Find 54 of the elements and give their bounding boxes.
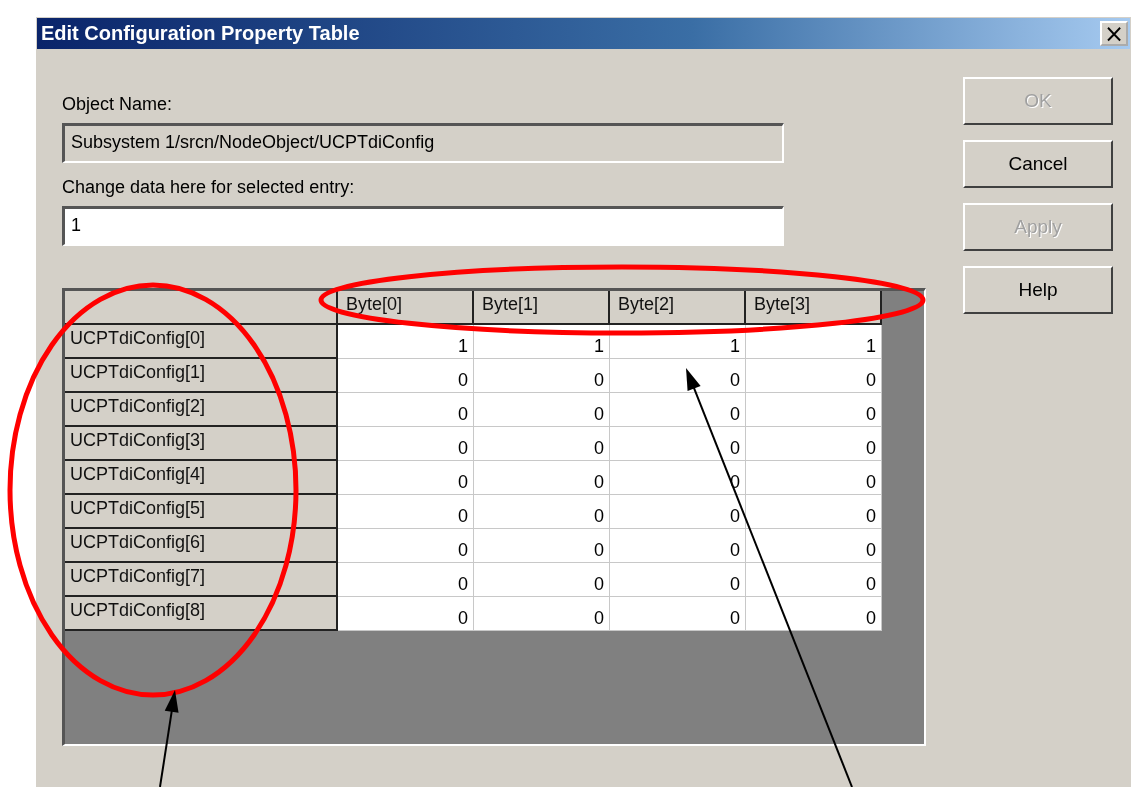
row-header[interactable]: UCPTdiConfig[2] [65,393,338,427]
table-cell[interactable]: 0 [610,529,746,563]
table-cell[interactable]: 0 [474,427,610,461]
table-cell[interactable]: 0 [746,563,882,597]
row-header[interactable]: UCPTdiConfig[7] [65,563,338,597]
table-cell[interactable]: 0 [746,529,882,563]
row-header[interactable]: UCPTdiConfig[0] [65,325,338,359]
column-header[interactable]: Byte[1] [474,291,610,325]
object-name-field: Subsystem 1/srcn/NodeObject/UCPTdiConfig [62,123,784,163]
row-header[interactable]: UCPTdiConfig[1] [65,359,338,393]
table-cell[interactable]: 1 [746,325,882,359]
row-header[interactable]: UCPTdiConfig[4] [65,461,338,495]
table-cell[interactable]: 0 [746,427,882,461]
table-cell[interactable]: 0 [474,359,610,393]
table-cell[interactable]: 0 [610,563,746,597]
table-cell[interactable]: 0 [610,495,746,529]
table-cell[interactable]: 0 [746,359,882,393]
table-cell[interactable]: 0 [338,359,474,393]
table-cell[interactable]: 1 [338,325,474,359]
close-button[interactable]: × [1100,21,1128,46]
dialog-button[interactable]: Help [963,266,1113,314]
field-label: Object Name: [62,94,174,115]
table-cell[interactable]: 0 [474,393,610,427]
table-cell[interactable]: 0 [610,597,746,631]
row-header[interactable]: UCPTdiConfig[8] [65,597,338,631]
window-title: Edit Configuration Property Table [41,22,360,45]
row-header[interactable]: UCPTdiConfig[5] [65,495,338,529]
table-cell[interactable]: 0 [474,563,610,597]
input-field[interactable]: 1 [62,206,784,246]
column-header[interactable]: Byte[3] [746,291,882,325]
table-cell[interactable]: 0 [338,529,474,563]
table-cell[interactable]: 0 [338,597,474,631]
column-header[interactable]: Byte[2] [610,291,746,325]
table-cell[interactable]: 0 [746,495,882,529]
table-cell[interactable]: 0 [474,461,610,495]
table-cell[interactable]: 0 [338,461,474,495]
dialog-button[interactable]: Cancel [963,140,1113,188]
table-cell[interactable]: 0 [746,393,882,427]
table-cell[interactable]: 0 [610,393,746,427]
table-cell[interactable]: 0 [474,495,610,529]
row-header[interactable]: UCPTdiConfig[6] [65,529,338,563]
table-cell[interactable]: 0 [746,597,882,631]
table-cell[interactable]: 0 [610,359,746,393]
table-cell[interactable]: 0 [338,393,474,427]
table-cell[interactable]: 0 [338,563,474,597]
table-cell[interactable]: 0 [610,427,746,461]
table-cell[interactable]: 0 [474,529,610,563]
field-label: Change data here for selected entry: [62,177,356,198]
row-header[interactable]: UCPTdiConfig[3] [65,427,338,461]
table-cell[interactable]: 0 [474,597,610,631]
column-header[interactable]: Byte[0] [338,291,474,325]
table-cell[interactable]: 0 [338,427,474,461]
table-cell[interactable]: 0 [338,495,474,529]
table-cell[interactable]: 0 [746,461,882,495]
